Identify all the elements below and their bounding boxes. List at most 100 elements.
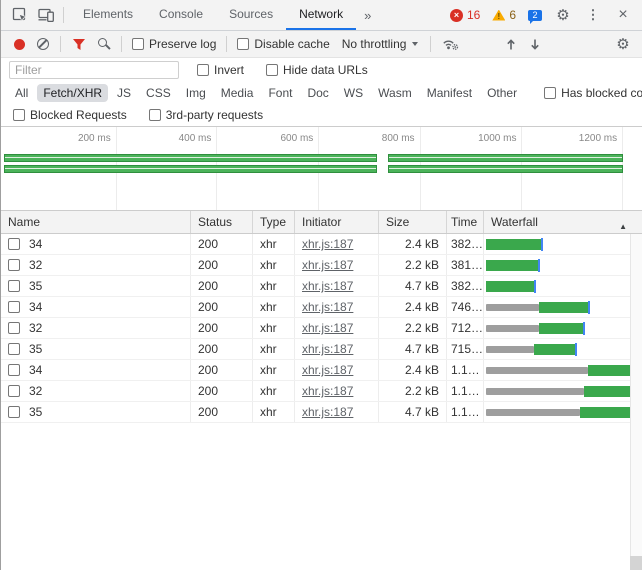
device-toolbar-icon[interactable] xyxy=(33,3,59,27)
request-name-cell[interactable]: 35 xyxy=(1,339,191,359)
filter-type-font[interactable]: Font xyxy=(262,84,298,102)
request-name-cell[interactable]: 34 xyxy=(1,360,191,380)
table-row[interactable]: 34 200 xhr xhr.js:187 2.4 kB 746… xyxy=(1,297,630,318)
request-initiator-link[interactable]: xhr.js:187 xyxy=(302,279,353,293)
close-icon[interactable] xyxy=(614,5,632,25)
row-checkbox[interactable] xyxy=(8,301,20,313)
request-initiator-link[interactable]: xhr.js:187 xyxy=(302,237,353,251)
table-row[interactable]: 32 200 xhr xhr.js:187 2.2 kB 712… xyxy=(1,318,630,339)
request-waterfall[interactable] xyxy=(484,402,630,422)
request-waterfall[interactable] xyxy=(484,339,630,359)
request-waterfall[interactable] xyxy=(484,381,630,401)
column-header-waterfall[interactable]: Waterfall xyxy=(484,211,642,233)
filter-type-img[interactable]: Img xyxy=(180,84,212,102)
network-conditions-icon[interactable] xyxy=(437,33,464,55)
inspect-icon[interactable] xyxy=(7,3,33,27)
hide-data-urls-toggle[interactable]: Hide data URLs xyxy=(262,63,372,77)
row-checkbox[interactable] xyxy=(8,364,20,376)
request-initiator-link[interactable]: xhr.js:187 xyxy=(302,342,353,356)
column-header-status[interactable]: Status xyxy=(191,211,253,233)
request-waterfall[interactable] xyxy=(484,234,630,254)
request-waterfall[interactable] xyxy=(484,318,630,338)
error-count-badge[interactable]: 16 xyxy=(449,8,480,22)
request-initiator-link[interactable]: xhr.js:187 xyxy=(302,258,353,272)
filter-type-wasm[interactable]: Wasm xyxy=(372,84,418,102)
third-party-requests-checkbox[interactable] xyxy=(148,109,161,121)
preserve-log-checkbox[interactable] xyxy=(132,38,144,50)
disable-cache-toggle[interactable]: Disable cache xyxy=(233,37,333,51)
table-row[interactable]: 35 200 xhr xhr.js:187 4.7 kB 715… xyxy=(1,339,630,360)
row-checkbox[interactable] xyxy=(8,343,20,355)
filter-funnel-icon[interactable] xyxy=(67,33,91,55)
request-waterfall[interactable] xyxy=(484,297,630,317)
row-checkbox[interactable] xyxy=(8,385,20,397)
blocked-requests-toggle[interactable]: Blocked Requests xyxy=(9,108,131,122)
filter-input[interactable] xyxy=(9,61,179,79)
table-row[interactable]: 34 200 xhr xhr.js:187 2.4 kB 1.1… xyxy=(1,360,630,381)
table-row[interactable]: 32 200 xhr xhr.js:187 2.2 kB 381… xyxy=(1,255,630,276)
column-header-size[interactable]: Size xyxy=(379,211,447,233)
tab-console[interactable]: Console xyxy=(146,0,216,30)
warning-count-badge[interactable]: 6 xyxy=(492,8,516,22)
request-initiator-link[interactable]: xhr.js:187 xyxy=(302,405,353,419)
throttling-select[interactable]: No throttling xyxy=(336,37,425,51)
column-header-initiator[interactable]: Initiator xyxy=(295,211,379,233)
settings-gear-icon[interactable] xyxy=(554,5,572,25)
record-button[interactable] xyxy=(9,33,30,55)
filter-type-js[interactable]: JS xyxy=(111,84,137,102)
invert-toggle[interactable]: Invert xyxy=(193,63,248,77)
table-row[interactable]: 35 200 xhr xhr.js:187 4.7 kB 1.1… xyxy=(1,402,630,423)
messages-badge[interactable]: 2 xyxy=(528,9,542,24)
has-blocked-cookies-toggle[interactable]: Has blocked cookies xyxy=(540,86,642,100)
row-checkbox[interactable] xyxy=(8,280,20,292)
filter-type-media[interactable]: Media xyxy=(215,84,260,102)
table-row[interactable]: 35 200 xhr xhr.js:187 4.7 kB 382… xyxy=(1,276,630,297)
more-tabs-icon[interactable] xyxy=(356,0,379,30)
column-header-name[interactable]: Name xyxy=(1,211,191,233)
request-initiator-link[interactable]: xhr.js:187 xyxy=(302,321,353,335)
row-checkbox[interactable] xyxy=(8,238,20,250)
request-name-cell[interactable]: 34 xyxy=(1,297,191,317)
request-name-cell[interactable]: 35 xyxy=(1,276,191,296)
tab-elements[interactable]: Elements xyxy=(70,0,146,30)
kebab-menu-icon[interactable] xyxy=(584,5,602,25)
clear-button[interactable] xyxy=(32,33,54,55)
blocked-requests-checkbox[interactable] xyxy=(13,109,25,121)
request-name-cell[interactable]: 32 xyxy=(1,318,191,338)
filter-type-ws[interactable]: WS xyxy=(338,84,369,102)
request-waterfall[interactable] xyxy=(484,276,630,296)
request-name-cell[interactable]: 32 xyxy=(1,381,191,401)
request-waterfall[interactable] xyxy=(484,360,630,380)
network-settings-gear-icon[interactable] xyxy=(614,34,632,54)
preserve-log-toggle[interactable]: Preserve log xyxy=(128,37,220,51)
row-checkbox[interactable] xyxy=(8,406,20,418)
invert-checkbox[interactable] xyxy=(197,64,209,76)
filter-type-doc[interactable]: Doc xyxy=(301,84,334,102)
column-header-type[interactable]: Type xyxy=(253,211,295,233)
disable-cache-checkbox[interactable] xyxy=(237,38,250,50)
export-har-icon[interactable] xyxy=(524,33,546,55)
request-initiator-link[interactable]: xhr.js:187 xyxy=(302,384,353,398)
vertical-scrollbar[interactable] xyxy=(630,234,642,570)
request-name-cell[interactable]: 32 xyxy=(1,255,191,275)
table-row[interactable]: 34 200 xhr xhr.js:187 2.4 kB 382… xyxy=(1,234,630,255)
filter-type-other[interactable]: Other xyxy=(481,84,523,102)
filter-type-all[interactable]: All xyxy=(9,84,34,102)
overview-timeline[interactable]: 200 ms 400 ms 600 ms 800 ms 1000 ms 1200 ms xyxy=(1,127,642,211)
column-header-time[interactable]: Time xyxy=(447,211,484,233)
search-icon[interactable] xyxy=(93,33,115,55)
request-initiator-link[interactable]: xhr.js:187 xyxy=(302,300,353,314)
request-initiator-link[interactable]: xhr.js:187 xyxy=(302,363,353,377)
third-party-requests-toggle[interactable]: 3rd-party requests xyxy=(145,108,267,122)
filter-type-manifest[interactable]: Manifest xyxy=(421,84,478,102)
tab-network[interactable]: Network xyxy=(286,0,357,30)
request-waterfall[interactable] xyxy=(484,255,630,275)
filter-type-fetchxhr[interactable]: Fetch/XHR xyxy=(37,84,109,102)
import-har-icon[interactable] xyxy=(500,33,522,55)
request-name-cell[interactable]: 35 xyxy=(1,402,191,422)
row-checkbox[interactable] xyxy=(8,322,20,334)
request-name-cell[interactable]: 34 xyxy=(1,234,191,254)
has-blocked-cookies-checkbox[interactable] xyxy=(544,87,557,99)
hide-data-urls-checkbox[interactable] xyxy=(266,64,279,76)
table-row[interactable]: 32 200 xhr xhr.js:187 2.2 kB 1.1… xyxy=(1,381,630,402)
